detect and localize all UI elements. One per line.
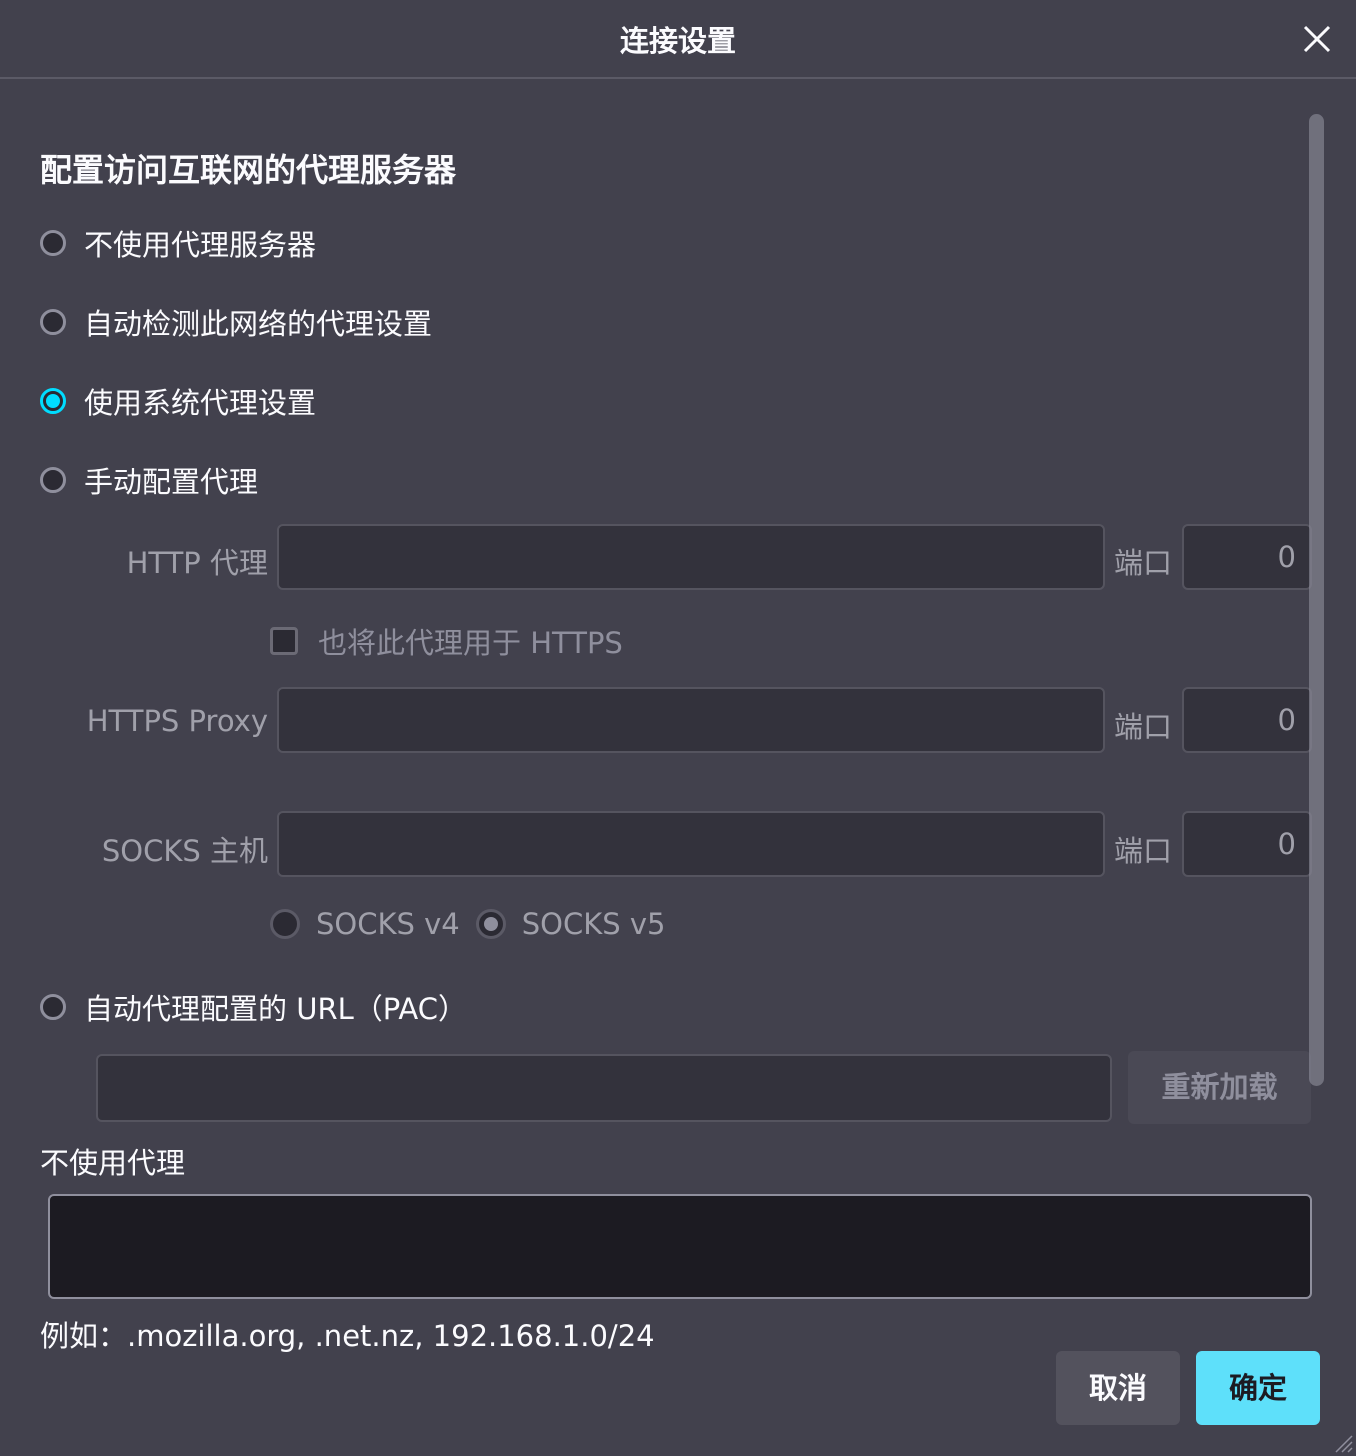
dialog-title: 连接设置 xyxy=(619,24,736,58)
connection-settings-dialog: 连接设置 配置访问互联网的代理服务器 不使用代理服务器 自动检测此网络的代理设置… xyxy=(0,0,1356,1456)
https-proxy-label: HTTPS Proxy xyxy=(86,704,268,738)
radio-system-proxy[interactable]: 使用系统代理设置 xyxy=(40,380,316,422)
socks-host-input[interactable] xyxy=(277,811,1105,877)
socks-v4-radio[interactable] xyxy=(270,909,300,939)
no-proxy-label: 不使用代理 xyxy=(40,1146,186,1180)
scrollbar-thumb[interactable] xyxy=(1309,114,1324,1086)
socks-version-group: SOCKS v4 SOCKS v5 xyxy=(270,907,666,941)
http-port-label: 端口 xyxy=(1114,546,1173,580)
socks-port-input[interactable]: 0 xyxy=(1182,811,1312,877)
radio-button[interactable] xyxy=(40,230,66,256)
radio-no-proxy[interactable]: 不使用代理服务器 xyxy=(40,222,316,264)
reload-button[interactable]: 重新加载 xyxy=(1128,1051,1311,1124)
http-proxy-input[interactable] xyxy=(277,524,1105,590)
radio-label: 自动代理配置的 URL（PAC） xyxy=(84,992,467,1026)
resize-grip-icon[interactable] xyxy=(1330,1430,1354,1454)
http-proxy-label: HTTP 代理 xyxy=(126,546,268,580)
close-icon xyxy=(1303,25,1331,53)
socks-v4-label: SOCKS v4 xyxy=(316,907,460,941)
pac-url-input[interactable] xyxy=(96,1054,1112,1122)
ok-button[interactable]: 确定 xyxy=(1196,1351,1320,1425)
radio-pac-url[interactable]: 自动代理配置的 URL（PAC） xyxy=(40,986,467,1028)
socks-host-label: SOCKS 主机 xyxy=(101,834,268,868)
title-bar: 连接设置 xyxy=(0,0,1356,79)
section-title: 配置访问互联网的代理服务器 xyxy=(40,151,457,189)
https-port-label: 端口 xyxy=(1114,710,1173,744)
radio-manual-proxy[interactable]: 手动配置代理 xyxy=(40,459,258,501)
radio-button-checked[interactable] xyxy=(40,388,66,414)
socks-v5-label: SOCKS v5 xyxy=(521,907,666,941)
socks-v5-radio[interactable] xyxy=(475,909,506,939)
radio-label: 不使用代理服务器 xyxy=(84,228,317,262)
http-port-input[interactable]: 0 xyxy=(1182,524,1312,590)
socks-port-label: 端口 xyxy=(1114,834,1173,868)
no-proxy-textarea[interactable] xyxy=(48,1194,1312,1299)
radio-button[interactable] xyxy=(40,309,66,335)
radio-label: 手动配置代理 xyxy=(84,465,259,499)
no-proxy-example: 例如：.mozilla.org, .net.nz, 192.168.1.0/24 xyxy=(40,1319,655,1353)
radio-button[interactable] xyxy=(40,467,66,493)
cancel-button[interactable]: 取消 xyxy=(1056,1351,1180,1425)
radio-auto-detect[interactable]: 自动检测此网络的代理设置 xyxy=(40,301,432,343)
https-port-input[interactable]: 0 xyxy=(1182,687,1312,753)
also-https-checkbox[interactable] xyxy=(270,627,298,655)
https-proxy-input[interactable] xyxy=(277,687,1105,753)
close-button[interactable] xyxy=(1300,22,1334,56)
radio-button[interactable] xyxy=(40,994,66,1020)
also-https-label: 也将此代理用于 HTTPS xyxy=(318,626,623,660)
radio-label: 使用系统代理设置 xyxy=(84,386,317,420)
also-https-checkbox-row[interactable]: 也将此代理用于 HTTPS xyxy=(270,620,623,662)
radio-label: 自动检测此网络的代理设置 xyxy=(84,307,433,341)
